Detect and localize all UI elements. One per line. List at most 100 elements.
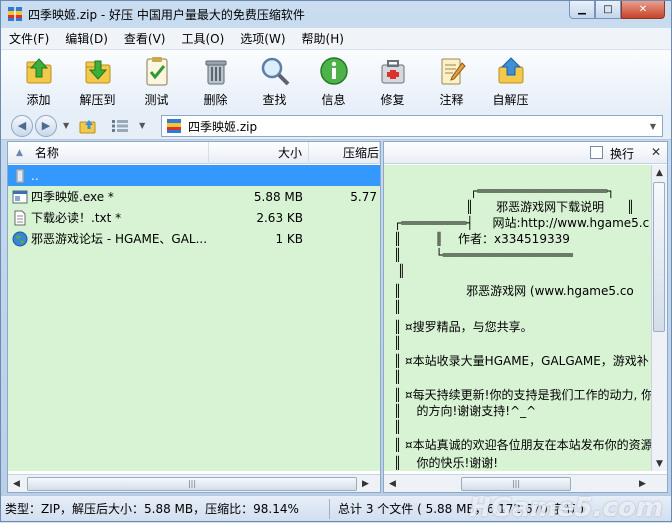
scroll-thumb[interactable] <box>653 182 665 332</box>
delete-button[interactable]: 删除 <box>186 50 245 110</box>
add-icon <box>22 54 56 88</box>
minimize-button[interactable]: ▁ <box>569 1 595 19</box>
column-name[interactable]: ▲ 名称 <box>8 142 209 164</box>
comment-line: ║ 邪恶游戏网下载说明 ║ <box>466 200 635 214</box>
wrap-checkbox[interactable] <box>590 146 603 159</box>
close-button[interactable]: ✕ <box>621 1 665 19</box>
path-field[interactable]: 四季映姬.zip ▼ <box>161 115 663 137</box>
status-divider <box>329 498 330 519</box>
menu-tools[interactable]: 工具(O) <box>173 28 232 50</box>
back-button[interactable]: ◀ <box>11 114 33 137</box>
sfx-button[interactable]: 自解压 <box>481 50 540 110</box>
view-dropdown-icon[interactable]: ▼ <box>139 121 145 130</box>
add-button[interactable]: 添加 <box>9 50 68 110</box>
scroll-thumb[interactable]: ||| <box>461 476 571 491</box>
menu-view[interactable]: 查看(V) <box>116 28 174 50</box>
zip-archive-icon <box>166 118 182 134</box>
folder-up-icon <box>12 168 28 184</box>
extract-button[interactable]: 解压到 <box>68 50 127 110</box>
close-icon: ✕ <box>638 4 648 15</box>
maximize-button[interactable]: □ <box>595 1 621 19</box>
comment-line: ║ ¤本站真诚的欢迎各位朋友在本站发布你的资源 <box>394 438 652 452</box>
list-header: ▲ 名称 大小 压缩后 <box>8 142 380 164</box>
folder-up-button[interactable] <box>79 118 97 134</box>
table-row[interactable]: 四季映姬.exe * 5.88 MB 5.77 <box>8 186 380 207</box>
arrow-left-icon: ◀ <box>17 119 27 132</box>
table-row[interactable]: .. <box>8 165 380 186</box>
comment-line: ║ 邪恶游戏网 (www.hgame5.co <box>394 284 634 298</box>
menu-help[interactable]: 帮助(H) <box>294 28 352 50</box>
test-icon <box>140 54 174 88</box>
scroll-right-icon[interactable]: ▶ <box>634 475 651 492</box>
column-size[interactable]: 大小 <box>209 142 309 164</box>
find-button[interactable]: 查找 <box>245 50 304 110</box>
menu-edit[interactable]: 编辑(D) <box>57 28 116 50</box>
comment-line: ║ <box>394 264 406 278</box>
info-button[interactable]: 信息 <box>304 50 363 110</box>
sfx-icon <box>494 54 528 88</box>
comment-line: ║ ¤搜罗精品，与您共享。 <box>394 320 533 334</box>
status-info: 类型：ZIP，解压后大小：5.88 MB，压缩比：98.14% <box>5 502 299 516</box>
view-mode-button[interactable] <box>111 119 129 133</box>
menu-options[interactable]: 选项(W) <box>232 28 293 50</box>
close-comment-icon[interactable]: ✕ <box>651 145 661 159</box>
comment-line: ┌══════════════════┐ <box>470 184 615 198</box>
maximize-icon: □ <box>603 4 613 15</box>
delete-icon <box>199 54 233 88</box>
sort-ascending-icon: ▲ <box>16 148 23 158</box>
comment-line: ║ 你的快乐!谢谢! <box>394 456 499 470</box>
scroll-left-icon[interactable]: ◀ <box>384 475 401 492</box>
repair-button[interactable]: 修复 <box>363 50 422 110</box>
comment-header: 换行 ✕ <box>384 142 667 164</box>
folder-up-icon <box>79 119 96 133</box>
comment-horizontal-scrollbar[interactable]: ◀ ||| ▶ <box>384 474 667 492</box>
path-text: 四季映姬.zip <box>188 119 258 134</box>
test-button[interactable]: 测试 <box>127 50 186 110</box>
file-list: ▲ 名称 大小 压缩后 .. 四季映姬.exe * 5.88 MB 5.77 下… <box>7 141 381 493</box>
list-rows: .. 四季映姬.exe * 5.88 MB 5.77 下载必读！.txt * 2… <box>8 165 380 471</box>
repair-icon <box>376 54 410 88</box>
forward-button[interactable]: ▶ <box>35 114 57 137</box>
history-dropdown-icon[interactable]: ▼ <box>63 121 69 130</box>
scroll-down-icon[interactable]: ▼ <box>652 456 667 471</box>
zip-archive-icon <box>7 6 23 22</box>
comment-panel: 换行 ✕ ┌══════════════════┐ ║ 邪恶游戏网下载说明 ║ ┌═… <box>383 141 668 493</box>
scroll-left-icon[interactable]: ◀ <box>8 475 25 492</box>
info-icon <box>317 54 351 88</box>
scroll-thumb[interactable]: ||| <box>27 476 357 491</box>
column-packed[interactable]: 压缩后 <box>309 142 380 164</box>
toolbar: 添加 解压到 测试 删除 查找 信息 修复 注释 自解压 <box>1 50 671 112</box>
watermark-logo: HGame5.com <box>469 493 663 523</box>
globe-icon <box>12 231 28 247</box>
window-title: 四季映姬.zip - 好压 中国用户量最大的免费压缩软件 <box>28 7 305 22</box>
comment-line: ║ └══════════════════ <box>394 248 573 262</box>
address-bar: ◀ ▶ ▼ ▼ 四季映姬.zip ▼ <box>1 112 671 140</box>
exe-icon <box>12 189 28 205</box>
arrow-right-icon: ▶ <box>41 119 51 132</box>
path-dropdown-icon[interactable]: ▼ <box>650 122 656 131</box>
title-bar[interactable]: 四季映姬.zip - 好压 中国用户量最大的免费压缩软件 ▁ □ ✕ <box>1 1 671 27</box>
scroll-up-icon[interactable]: ▲ <box>652 165 667 180</box>
extract-icon <box>81 54 115 88</box>
comment-icon <box>435 54 469 88</box>
menu-file[interactable]: 文件(F) <box>1 28 57 50</box>
minimize-icon: ▁ <box>578 4 586 15</box>
comment-text-area[interactable]: ┌══════════════════┐ ║ 邪恶游戏网下载说明 ║ ┌══════… <box>384 165 652 471</box>
comment-line: ║ 的方向!谢谢支持!^_^ <box>394 404 537 418</box>
list-horizontal-scrollbar[interactable]: ◀ ||| ▶ <box>8 474 380 492</box>
scroll-right-icon[interactable]: ▶ <box>357 475 374 492</box>
comment-vertical-scrollbar[interactable]: ▲ ▼ <box>651 165 667 471</box>
comment-line: ║ ¤每天持续更新!你的支持是我们工作的动力, 你 <box>394 388 652 402</box>
comment-line: ║ <box>394 370 402 384</box>
txt-icon <box>12 210 28 226</box>
comment-line: ║ ║ 作者：x334519339 <box>394 232 570 246</box>
search-icon <box>258 54 292 88</box>
comment-line: ║ <box>394 420 402 434</box>
comment-button[interactable]: 注释 <box>422 50 481 110</box>
wrap-label: 换行 <box>610 147 635 161</box>
comment-line: ┌═════════┤ 网站:http://www.hgame5.c <box>394 216 650 230</box>
table-row[interactable]: 下载必读！.txt * 2.63 KB <box>8 207 380 228</box>
menu-bar: 文件(F) 编辑(D) 查看(V) 工具(O) 选项(W) 帮助(H) <box>1 28 671 50</box>
comment-line: ║ <box>394 336 402 350</box>
table-row[interactable]: 邪恶游戏论坛 - HGAME、GAL... 1 KB <box>8 228 380 249</box>
